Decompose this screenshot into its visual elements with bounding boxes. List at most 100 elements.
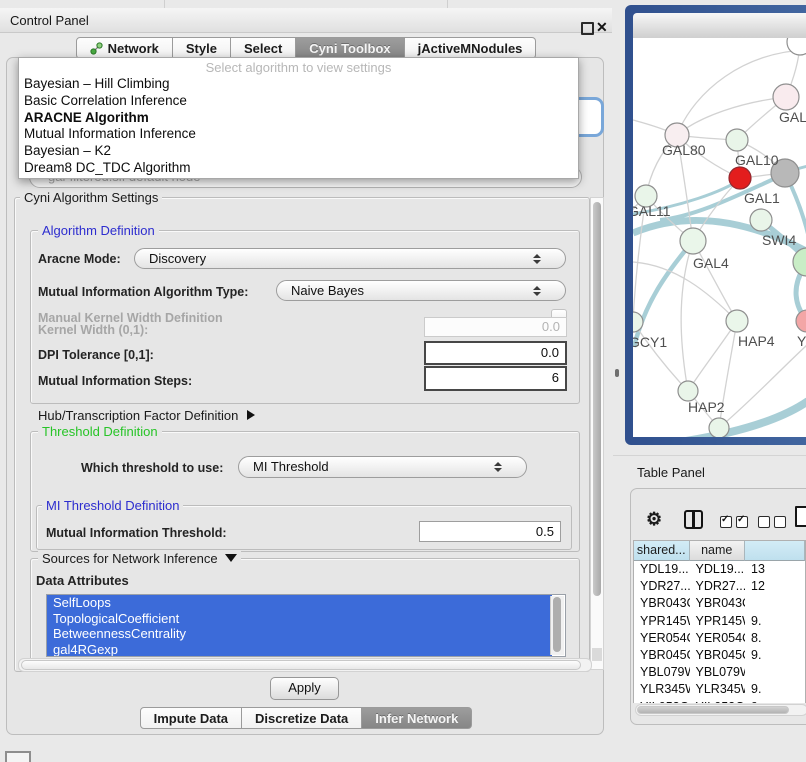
table-row[interactable]: YLR345WYLR345W9. — [634, 681, 805, 698]
spinner-arrows-icon — [494, 462, 516, 472]
table-row[interactable]: YBL079WYBL079W — [634, 664, 805, 681]
table-cell: YBL079W — [690, 664, 746, 681]
table-row[interactable]: YER054CYER054C8. — [634, 630, 805, 647]
network-node[interactable] — [787, 38, 806, 55]
tab-label: Network — [108, 41, 159, 56]
tab-select[interactable]: Select — [231, 37, 296, 59]
table-cell: YER054C — [634, 630, 690, 647]
aracne-mode-combobox[interactable]: Discovery — [134, 248, 566, 269]
network-node-y[interactable] — [796, 310, 806, 332]
tab-label: jActiveMNodules — [418, 41, 523, 56]
window-divider-line — [164, 0, 165, 8]
network-node-label: GAL11 — [633, 203, 671, 219]
attribute-item-selfloops[interactable]: SelfLoops — [47, 595, 552, 611]
settings-vertical-scrollbar[interactable] — [590, 197, 604, 670]
deselect-all-checkboxes-icon[interactable] — [758, 513, 790, 531]
dropdown-item-basic-correlation-inference[interactable]: Basic Correlation Inference — [19, 93, 578, 110]
dpi-tolerance-label: DPI Tolerance [0,1]: — [38, 348, 154, 362]
close-panel-icon[interactable]: ✕ — [596, 19, 608, 36]
network-node[interactable] — [793, 248, 806, 276]
network-tab-icon — [90, 42, 103, 55]
spinner-arrows-icon — [533, 286, 555, 296]
tab-impute-data[interactable]: Impute Data — [140, 707, 242, 729]
float-panel-icon[interactable] — [581, 22, 594, 35]
table-row[interactable]: YIL052CYIL052C9 — [634, 699, 805, 704]
table-cell: YPR145W — [690, 613, 746, 630]
tab-label: Select — [244, 41, 282, 56]
table-row[interactable]: YBR045CYBR045C9. — [634, 647, 805, 664]
gear-icon[interactable]: ⚙ — [646, 509, 662, 529]
hub-definition-toggle[interactable]: Hub/Transcription Factor Definition — [38, 408, 255, 423]
window-divider-line — [447, 0, 448, 8]
table-row[interactable]: YPR145WYPR145W9. — [634, 613, 805, 630]
scrollbar-thumb[interactable] — [593, 202, 601, 596]
scrollbar-thumb[interactable] — [21, 660, 581, 670]
mi-threshold-field[interactable]: 0.5 — [419, 521, 561, 542]
spinner-arrows-icon — [533, 254, 555, 264]
tab-cyni-toolbox[interactable]: Cyni Toolbox — [296, 37, 404, 59]
expanded-arrow-icon — [225, 554, 237, 562]
tab-discretize-data[interactable]: Discretize Data — [242, 707, 362, 729]
network-node-label: HAP4 — [738, 333, 775, 349]
network-node[interactable] — [709, 418, 729, 437]
attribute-item-betweennesscentrality[interactable]: BetweennessCentrality — [47, 626, 552, 642]
hub-definition-label: Hub/Transcription Factor Definition — [38, 408, 238, 423]
dock-panel-icon[interactable] — [5, 751, 31, 762]
column-header-name[interactable]: name — [690, 541, 746, 561]
mi-algorithm-type-label: Mutual Information Algorithm Type: — [38, 285, 248, 299]
attribute-item-topologicalcoefficient[interactable]: TopologicalCoefficient — [47, 611, 552, 627]
dpi-tolerance-field[interactable]: 0.0 — [424, 341, 567, 365]
dropdown-item-aracne-algorithm[interactable]: ARACNE Algorithm — [19, 110, 578, 127]
tab-network[interactable]: Network — [76, 37, 173, 59]
table-row[interactable]: YBR043CYBR043C — [634, 595, 805, 612]
table-row[interactable]: YDL19...YDL19...13 — [634, 561, 805, 578]
threshold-definition-title: Threshold Definition — [38, 424, 162, 439]
which-threshold-combobox[interactable]: MI Threshold — [238, 456, 527, 478]
scrollbar-thumb[interactable] — [553, 597, 561, 652]
tab-jactivemnodules[interactable]: jActiveMNodules — [405, 37, 537, 59]
select-all-checkboxes-icon[interactable]: ✓✓ — [720, 513, 752, 531]
mi-steps-field[interactable]: 6 — [424, 366, 567, 391]
table-horizontal-scrollbar[interactable] — [635, 704, 806, 716]
network-node-hap2[interactable] — [678, 381, 698, 401]
network-node-swi4[interactable] — [750, 209, 772, 231]
table-row[interactable]: YDR27...YDR27...12 — [634, 578, 805, 595]
network-window-titlebar[interactable] — [633, 13, 806, 39]
kernel-width-field[interactable]: 0.0 — [424, 317, 567, 337]
table-cell — [745, 595, 805, 612]
tab-infer-network[interactable]: Infer Network — [362, 707, 472, 729]
network-node-gal1[interactable] — [729, 167, 751, 189]
apply-button[interactable]: Apply — [270, 677, 339, 700]
columns-icon[interactable] — [684, 510, 703, 529]
mi-threshold-group-title: MI Threshold Definition — [42, 498, 183, 513]
dropdown-item-bayesian-k2[interactable]: Bayesian – K2 — [19, 143, 578, 160]
settings-horizontal-scrollbar[interactable] — [18, 658, 592, 672]
sources-title: Sources for Network Inference — [42, 551, 218, 566]
panel-splitter-grip[interactable] — [615, 369, 619, 377]
network-node-label: Y — [797, 333, 806, 349]
tab-label: Cyni Toolbox — [309, 41, 390, 56]
table-cell: YBR043C — [690, 595, 746, 612]
list-vertical-scrollbar[interactable] — [550, 596, 564, 655]
network-edge — [634, 241, 693, 347]
node-table: shared...name YDL19...YDL19...13YDR27...… — [633, 540, 806, 703]
network-node-gal[interactable] — [773, 84, 799, 110]
network-node-gal4[interactable] — [680, 228, 706, 254]
mi-algorithm-type-combobox[interactable]: Naive Bayes — [276, 280, 566, 301]
table-cell: YBL079W — [634, 664, 690, 681]
document-icon[interactable] — [795, 506, 806, 527]
dropdown-item-dream8-dc-tdc-algorithm[interactable]: Dream8 DC_TDC Algorithm — [19, 160, 578, 177]
sources-toggle[interactable]: Sources for Network Inference — [38, 551, 241, 566]
network-view-canvas[interactable]: GALGAL80GAL10GAL1GAL11SWI4GAL4GCY1HAP4YH… — [633, 38, 806, 437]
network-node-hap4[interactable] — [726, 310, 748, 332]
scrollbar-thumb[interactable] — [637, 706, 789, 714]
column-header-shared[interactable]: shared... — [634, 541, 690, 561]
dropdown-item-bayesian-hill-climbing[interactable]: Bayesian – Hill Climbing — [19, 76, 578, 93]
network-node-gal10[interactable] — [726, 129, 748, 151]
tab-style[interactable]: Style — [173, 37, 231, 59]
attribute-item-gal4rgexp[interactable]: gal4RGexp — [47, 642, 552, 658]
control-panel-title: Control Panel — [10, 13, 89, 28]
data-attributes-list: SelfLoopsTopologicalCoefficientBetweenne… — [46, 594, 566, 657]
column-header-col3[interactable] — [745, 541, 805, 561]
dropdown-item-mutual-information-inference[interactable]: Mutual Information Inference — [19, 126, 578, 143]
